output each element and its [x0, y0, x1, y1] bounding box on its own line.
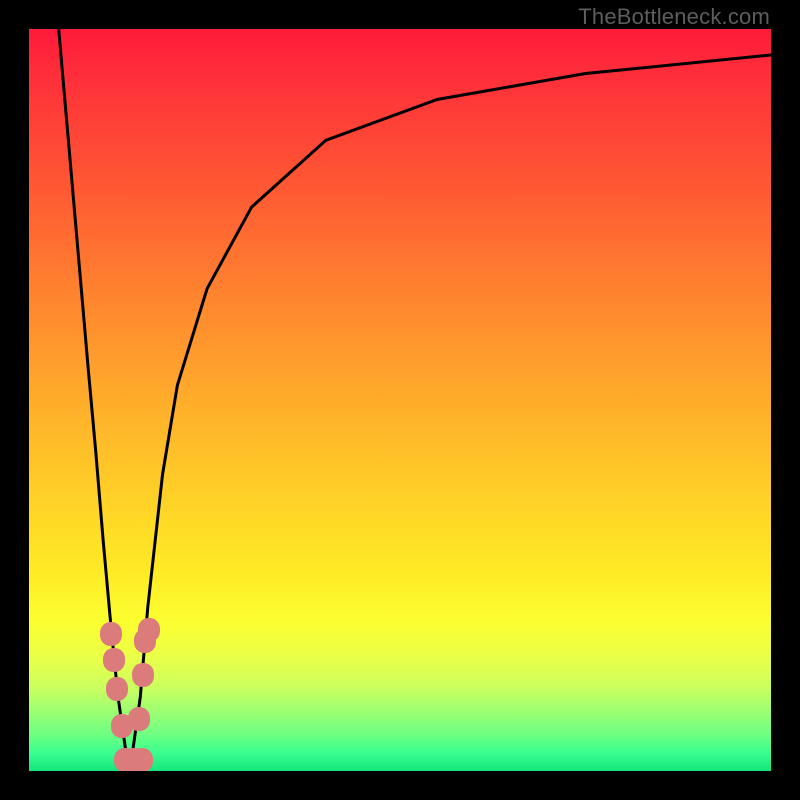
attribution-watermark: TheBottleneck.com: [578, 4, 770, 30]
curve-right-branch: [130, 55, 771, 771]
data-marker: [100, 622, 122, 646]
data-marker: [131, 748, 153, 771]
data-marker: [132, 663, 154, 687]
plot-area: [29, 29, 771, 771]
data-marker: [103, 648, 125, 672]
data-marker: [106, 677, 128, 701]
chart-frame: TheBottleneck.com: [0, 0, 800, 800]
bottleneck-curve: [29, 29, 771, 771]
data-marker: [138, 618, 160, 642]
data-marker: [128, 707, 150, 731]
